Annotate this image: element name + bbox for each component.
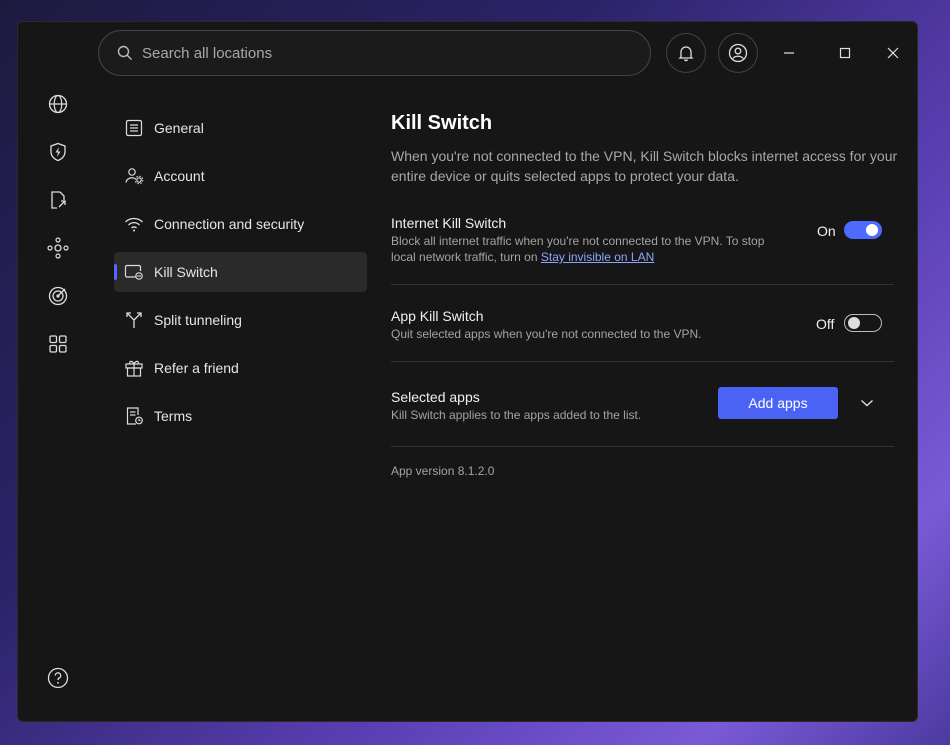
app-kill-switch-description: Quit selected apps when you're not conne… (391, 327, 702, 341)
globe-icon (48, 94, 68, 114)
bell-icon (678, 46, 694, 62)
app-version: App version 8.1.2.0 (391, 464, 495, 478)
rail-file-share-button[interactable] (46, 188, 70, 212)
document-icon (124, 406, 144, 426)
rail-threat-protection-button[interactable] (46, 140, 70, 164)
app-window: General Account Connection and security … (17, 21, 918, 722)
app-kill-switch-toggle[interactable] (844, 314, 882, 332)
search-input[interactable] (142, 44, 622, 62)
minimize-button[interactable] (778, 42, 800, 64)
rail-meshnet-button[interactable] (46, 236, 70, 260)
nav-item-label: Terms (154, 408, 193, 424)
minimize-icon (784, 52, 794, 54)
rail-help-button[interactable] (46, 666, 70, 690)
page-title: Kill Switch (391, 112, 493, 134)
account-button[interactable] (718, 33, 758, 73)
divider (391, 446, 894, 447)
internet-kill-switch-title: Internet Kill Switch (391, 215, 507, 231)
page-description: When you're not connected to the VPN, Ki… (391, 148, 898, 184)
account-circle-icon (728, 43, 748, 63)
rail-apps-button[interactable] (46, 332, 70, 356)
shield-bolt-icon (50, 142, 66, 162)
divider (391, 284, 894, 285)
maximize-button[interactable] (834, 42, 856, 64)
nav-item-connection-security[interactable]: Connection and security (114, 204, 367, 244)
search-bar[interactable] (98, 30, 651, 76)
nav-item-account[interactable]: Account (114, 156, 367, 196)
selected-apps-title: Selected apps (391, 389, 480, 405)
nav-item-label: Kill Switch (154, 264, 218, 280)
wifi-icon (124, 214, 144, 234)
apps-grid-icon (49, 335, 67, 353)
file-share-icon (51, 191, 66, 209)
search-icon (117, 45, 132, 60)
sliders-icon (124, 118, 144, 138)
nav-item-general[interactable]: General (114, 108, 367, 148)
nav-item-label: Connection and security (154, 216, 305, 232)
app-kill-switch-state: Off (816, 316, 835, 332)
internet-kill-switch-toggle[interactable] (844, 221, 882, 239)
nav-item-refer-friend[interactable]: Refer a friend (114, 348, 367, 388)
account-gear-icon (124, 166, 144, 186)
notifications-button[interactable] (666, 33, 706, 73)
close-button[interactable] (882, 42, 904, 64)
close-icon (887, 47, 899, 59)
chevron-down-icon (861, 399, 873, 407)
kill-switch-icon (124, 262, 144, 282)
nav-item-label: General (154, 120, 204, 136)
stay-invisible-lan-link[interactable]: Stay invisible on LAN (541, 250, 654, 264)
rail-dark-web-monitor-button[interactable] (46, 284, 70, 308)
maximize-icon (839, 47, 851, 59)
mesh-network-icon (47, 237, 69, 259)
add-apps-button[interactable]: Add apps (718, 387, 838, 419)
nav-item-split-tunneling[interactable]: Split tunneling (114, 300, 367, 340)
split-icon (124, 310, 144, 330)
selected-apps-expand-button[interactable] (858, 394, 876, 412)
nav-item-label: Account (154, 168, 205, 184)
gift-icon (124, 358, 144, 378)
divider (391, 361, 894, 362)
nav-item-label: Refer a friend (154, 360, 239, 376)
internet-kill-switch-state: On (817, 223, 836, 239)
help-icon (47, 667, 69, 689)
internet-kill-switch-description: Block all internet traffic when you're n… (391, 234, 765, 264)
target-radar-icon (48, 286, 68, 306)
rail-globe-button[interactable] (46, 92, 70, 116)
nav-item-label: Split tunneling (154, 312, 242, 328)
app-kill-switch-title: App Kill Switch (391, 308, 484, 324)
nav-item-terms[interactable]: Terms (114, 396, 367, 436)
nav-item-kill-switch[interactable]: Kill Switch (114, 252, 367, 292)
